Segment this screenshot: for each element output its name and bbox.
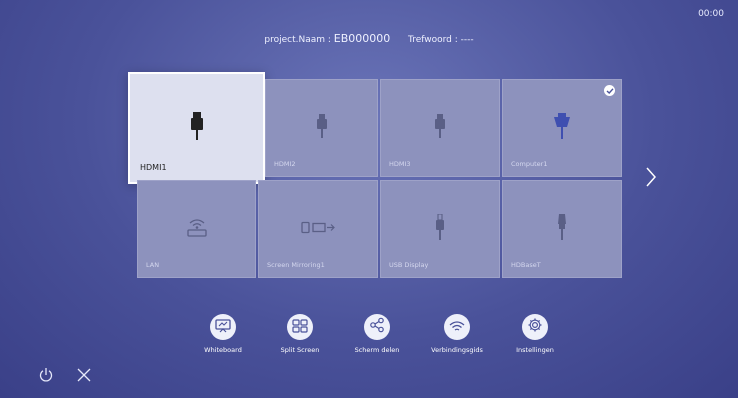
power-icon[interactable] bbox=[38, 367, 54, 383]
project-header: project.Naam : EB000000 Trefwoord : ---- bbox=[0, 32, 738, 45]
network-wifi-icon bbox=[186, 217, 208, 241]
source-label: Computer1 bbox=[511, 160, 548, 168]
chevron-right-icon[interactable] bbox=[643, 166, 659, 188]
source-tile-lan[interactable]: LAN bbox=[137, 180, 256, 278]
whiteboard-icon bbox=[215, 318, 231, 337]
project-name-label: project.Naam : bbox=[264, 35, 334, 45]
split-screen-label: Split Screen bbox=[280, 346, 320, 354]
source-label: HDBaseT bbox=[511, 261, 541, 269]
share-icon bbox=[369, 317, 385, 337]
screen-mirroring-icon bbox=[301, 220, 335, 239]
connection-guide-label: Verbindingsgids bbox=[431, 346, 483, 354]
split-screen-icon bbox=[292, 318, 308, 337]
checkmark-icon bbox=[604, 85, 615, 96]
source-label: LAN bbox=[146, 261, 160, 269]
source-tile-usb-display[interactable]: USB Display bbox=[380, 180, 500, 278]
source-label: HDMI1 bbox=[140, 163, 167, 172]
whiteboard-button[interactable]: Whiteboard bbox=[188, 314, 258, 354]
source-label: Screen Mirroring1 bbox=[267, 261, 325, 269]
split-screen-button[interactable]: Split Screen bbox=[265, 314, 335, 354]
whiteboard-label: Whiteboard bbox=[204, 346, 242, 354]
source-tile-hdbaset[interactable]: HDBaseT bbox=[502, 180, 622, 278]
hdmi-plug-icon bbox=[316, 114, 328, 142]
source-tile-hdmi2[interactable]: HDMI2 bbox=[265, 79, 378, 177]
settings-label: Instellingen bbox=[516, 346, 554, 354]
settings-button[interactable]: Instellingen bbox=[500, 314, 570, 354]
clock: 00:00 bbox=[698, 9, 724, 19]
source-tile-screen-mirroring1[interactable]: Screen Mirroring1 bbox=[258, 180, 378, 278]
hdmi-plug-icon bbox=[434, 114, 446, 142]
keyword-label: Trefwoord : ---- bbox=[408, 35, 474, 45]
share-screen-button[interactable]: Scherm delen bbox=[342, 314, 412, 354]
project-name-value: EB000000 bbox=[333, 32, 391, 45]
wifi-icon bbox=[449, 318, 465, 337]
hdbaset-plug-icon bbox=[556, 214, 568, 244]
vga-plug-icon bbox=[553, 113, 571, 143]
usb-plug-icon bbox=[435, 213, 445, 244]
source-label: HDMI2 bbox=[274, 160, 296, 168]
source-tile-hdmi1[interactable]: HDMI1 bbox=[128, 72, 265, 184]
hdmi-plug-icon bbox=[190, 112, 204, 144]
share-screen-label: Scherm delen bbox=[354, 346, 400, 354]
connection-guide-button[interactable]: Verbindingsgids bbox=[422, 314, 492, 354]
gear-icon bbox=[527, 317, 543, 337]
close-icon[interactable] bbox=[76, 367, 92, 383]
source-tile-hdmi3[interactable]: HDMI3 bbox=[380, 79, 500, 177]
source-label: USB Display bbox=[389, 261, 429, 269]
source-tile-computer1[interactable]: Computer1 bbox=[502, 79, 622, 177]
source-label: HDMI3 bbox=[389, 160, 411, 168]
